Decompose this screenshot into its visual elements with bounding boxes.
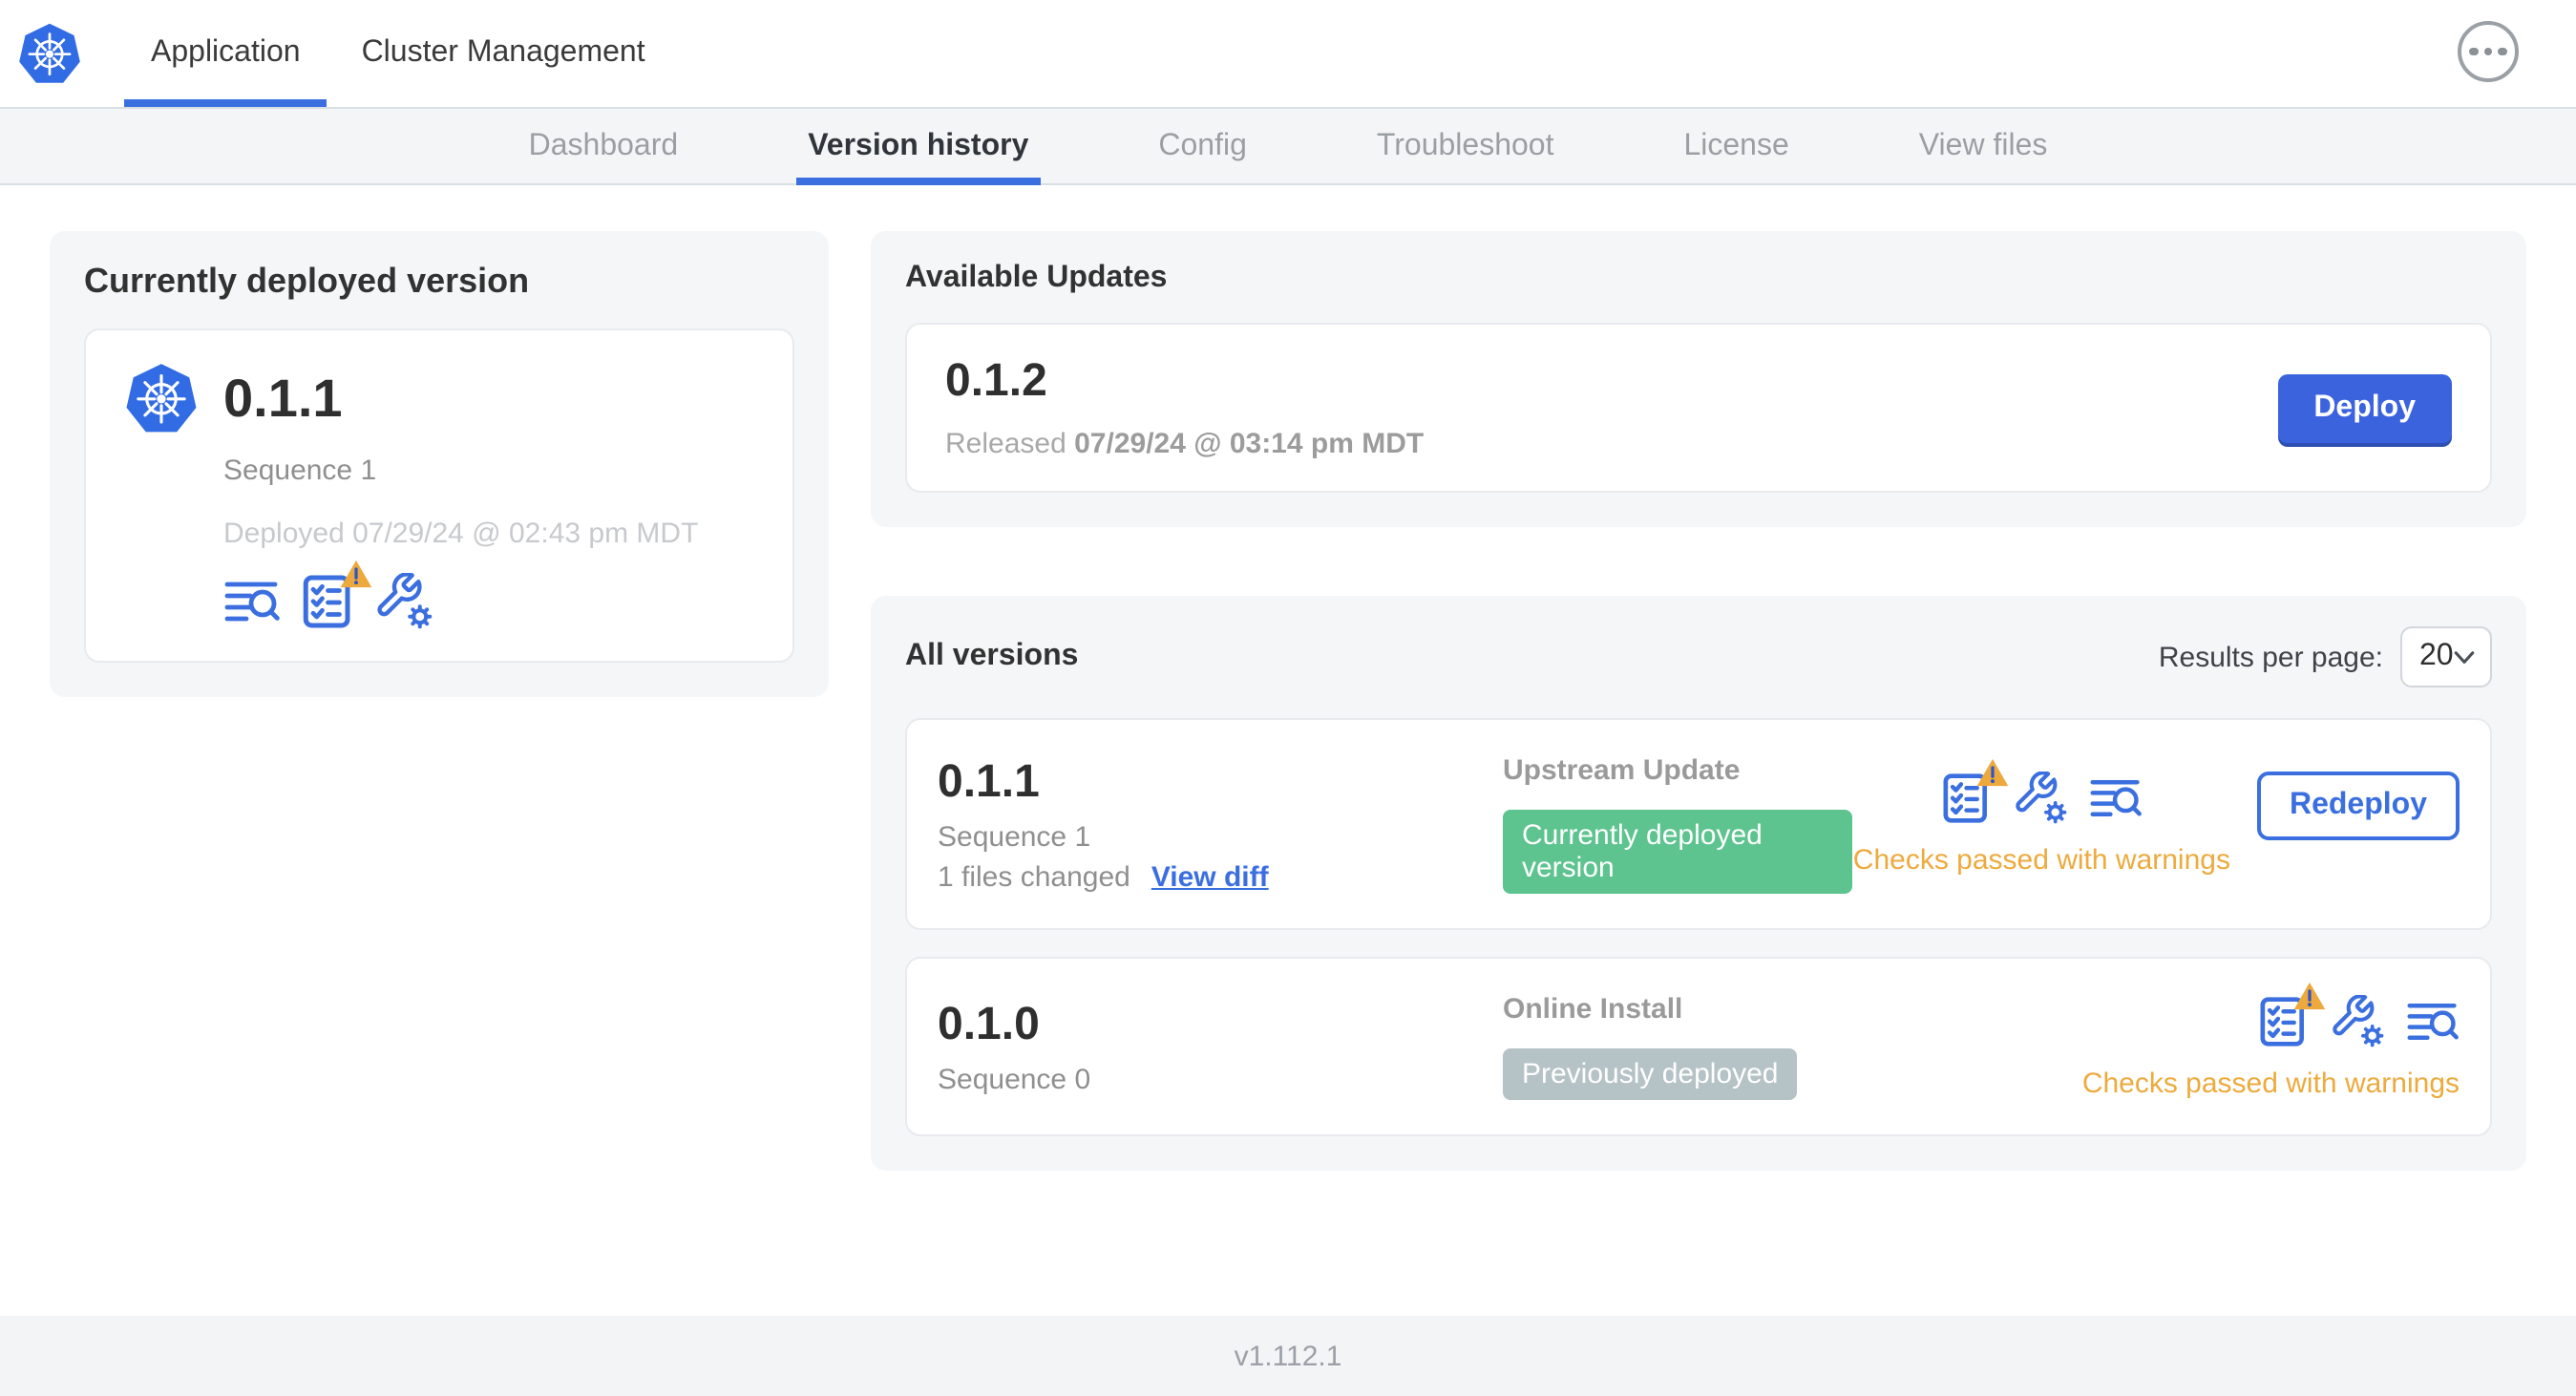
kubernetes-logo-icon [0, 0, 120, 107]
preflight-checks-warning-icon[interactable] [300, 573, 357, 630]
subtab-view-files[interactable]: View files [1915, 109, 2052, 183]
tab-application[interactable]: Application [124, 0, 328, 107]
available-update-card: 0.1.2 Released 07/29/24 @ 03:14 pm MDT D… [905, 323, 2492, 493]
current-version-deployed-at: Deployed 07/29/24 @ 02:43 pm MDT [223, 518, 699, 550]
warning-triangle-icon [1976, 758, 2009, 787]
update-released-at: Released 07/29/24 @ 03:14 pm MDT [945, 428, 1425, 460]
warning-triangle-icon [340, 560, 372, 588]
tab-cluster-management[interactable]: Cluster Management [335, 0, 672, 107]
redeploy-button[interactable]: Redeploy [2256, 772, 2460, 840]
files-changed-label: 1 files changed [938, 860, 1130, 893]
available-updates-title: Available Updates [905, 262, 1168, 294]
row-version-number: 0.1.0 [938, 998, 1040, 1049]
version-source-label: Upstream Update [1503, 754, 1741, 787]
app-subnav: Dashboard Version history Config Trouble… [0, 107, 2576, 185]
results-per-page-select[interactable]: 20 [2400, 626, 2492, 687]
row-version-number: 0.1.1 [938, 755, 1040, 807]
all-versions-title: All versions [905, 640, 1079, 672]
top-tabs: Application Cluster Management [120, 0, 676, 107]
previously-deployed-badge: Previously deployed [1503, 1048, 1798, 1100]
subtab-config[interactable]: Config [1154, 109, 1251, 183]
config-icon[interactable] [2015, 772, 2068, 825]
main-content: Currently deployed version 0.1.1 Sequenc… [0, 185, 2576, 1316]
current-version-sequence: Sequence 1 [223, 455, 377, 487]
subtab-troubleshoot[interactable]: Troubleshoot [1373, 109, 1558, 183]
version-history-panel: Available Updates 0.1.2 Released 07/29/2… [871, 231, 2526, 1171]
config-icon[interactable] [2332, 994, 2385, 1047]
current-version-number: 0.1.1 [223, 368, 343, 427]
diff-icon[interactable] [2406, 994, 2460, 1047]
update-version-number: 0.1.2 [945, 355, 1047, 407]
chevron-down-icon [2454, 650, 2475, 664]
row-sequence: Sequence 1 [938, 820, 1091, 853]
all-versions-section: All versions Results per page: 20 0.1.1 [871, 596, 2526, 1171]
subtab-dashboard[interactable]: Dashboard [525, 109, 683, 183]
config-icon[interactable] [376, 573, 433, 630]
diff-icon[interactable] [2089, 772, 2143, 825]
deploy-button[interactable]: Deploy [2277, 373, 2452, 442]
ellipsis-menu-icon[interactable] [2458, 21, 2519, 82]
warning-triangle-icon [2293, 981, 2326, 1009]
current-version-title: Currently deployed version [84, 262, 530, 300]
preflight-checks-warning-icon[interactable] [2257, 994, 2311, 1047]
kubernetes-app-icon [124, 361, 199, 435]
app-footer: v1.112.1 [0, 1316, 2576, 1396]
version-row: 0.1.0 Sequence 0 Online Install Previous… [905, 957, 2492, 1136]
version-row: 0.1.1 Sequence 1 1 files changed View di… [905, 718, 2492, 930]
app-window: Application Cluster Management Dashboard… [0, 0, 2576, 1396]
available-updates-section: Available Updates 0.1.2 Released 07/29/2… [871, 231, 2526, 527]
subtab-version-history[interactable]: Version history [796, 109, 1040, 185]
subtab-license[interactable]: License [1679, 109, 1792, 183]
results-per-page-label: Results per page: [2158, 641, 2383, 673]
current-version-panel: Currently deployed version 0.1.1 Sequenc… [50, 231, 829, 697]
preflight-checks-warning-icon[interactable] [1940, 772, 1994, 825]
view-diff-link[interactable]: View diff [1151, 860, 1269, 893]
diff-icon[interactable] [223, 573, 281, 630]
current-version-card: 0.1.1 Sequence 1 Deployed 07/29/24 @ 02:… [84, 328, 794, 663]
checks-status-text: Checks passed with warnings [1852, 844, 2230, 877]
top-header: Application Cluster Management [0, 0, 2576, 107]
version-source-label: Online Install [1503, 993, 1683, 1026]
row-sequence: Sequence 0 [938, 1063, 1091, 1095]
checks-status-text: Checks passed with warnings [2081, 1067, 2460, 1099]
console-version: v1.112.1 [1234, 1340, 1342, 1372]
currently-deployed-badge: Currently deployed version [1503, 810, 1853, 894]
